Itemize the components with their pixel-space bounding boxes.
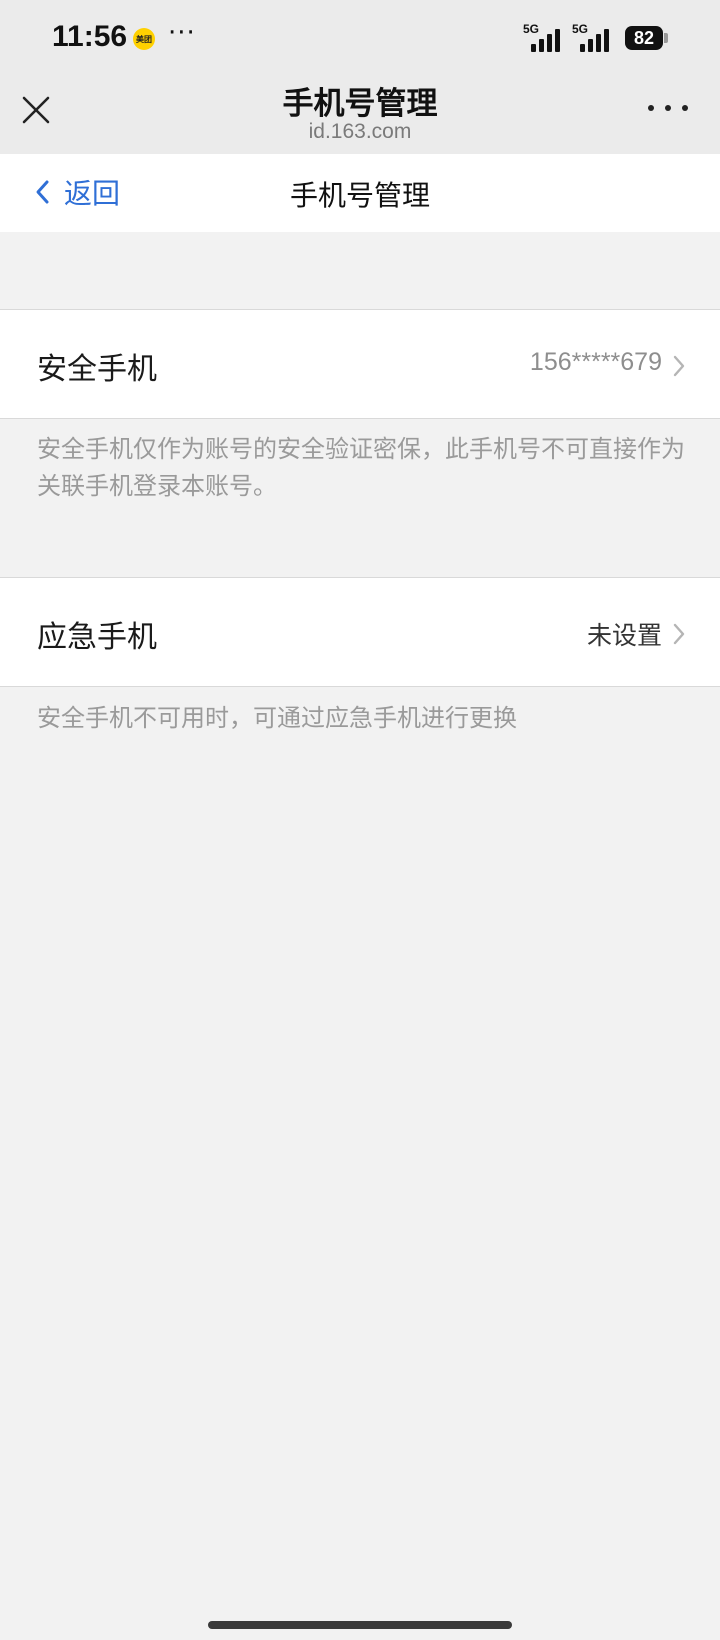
emergency-phone-label: 应急手机 (37, 620, 157, 655)
emergency-phone-row[interactable]: 应急手机 未设置 (0, 577, 720, 687)
security-phone-row[interactable]: 安全手机 156*****679 (0, 309, 720, 419)
emergency-phone-description: 安全手机不可用时，可通过应急手机进行更换 (37, 704, 517, 732)
security-phone-label: 安全手机 (37, 352, 157, 387)
browser-nav-bar: 手机号管理 id.163.com (0, 78, 720, 154)
page-header: 返回 手机号管理 (0, 154, 720, 232)
status-more-icon: ··· (168, 18, 196, 48)
status-time: 11:56 (52, 20, 128, 53)
page-title: 手机号管理 (289, 179, 430, 212)
home-indicator[interactable] (208, 1621, 512, 1629)
signal-2-label: 5G (572, 22, 589, 36)
signal-icon-2: 5G (572, 22, 618, 52)
security-phone-description: 安全手机仅作为账号的安全验证密保，此手机号不可直接作为关联手机登录本账号。 (37, 435, 685, 500)
signal-1-label: 5G (523, 22, 540, 36)
browser-url: id.163.com (308, 120, 412, 143)
chevron-right-icon (673, 623, 685, 645)
security-phone-value: 156*****679 (529, 348, 662, 376)
browser-title: 手机号管理 (282, 86, 438, 122)
chevron-right-icon (673, 355, 685, 377)
battery-tip (664, 33, 668, 43)
meituan-notification-icon: 美团 (133, 28, 155, 50)
signal-icon-1: 5G (523, 22, 569, 52)
emergency-phone-value: 未设置 (586, 621, 662, 650)
battery-icon: 82 (625, 26, 663, 50)
more-options-icon[interactable] (648, 98, 688, 118)
status-bar: 11:56 美团 ··· 5G 5G 82 (0, 0, 720, 78)
